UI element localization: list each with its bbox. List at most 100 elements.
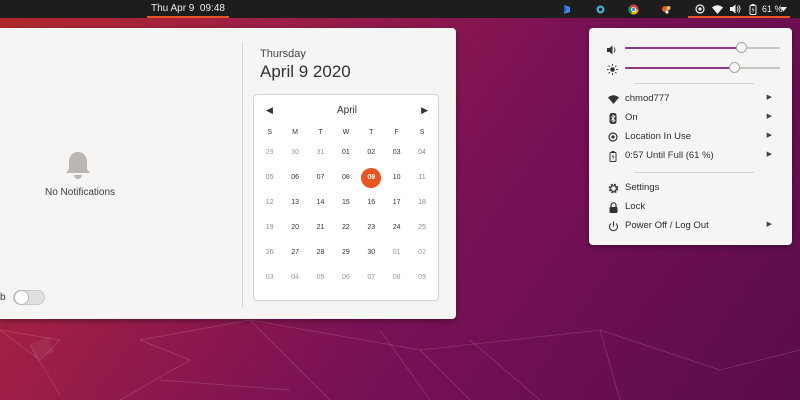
calendar-day[interactable]: 06 [333, 265, 358, 290]
day-label: 21 [316, 224, 325, 231]
calendar-day[interactable]: 05 [308, 265, 333, 290]
submenu-arrow-icon: ▶ [766, 151, 772, 158]
day-of-week-label: S [267, 129, 273, 136]
calendar-day[interactable]: 01 [384, 240, 409, 265]
volume-indicator-icon [728, 2, 742, 16]
battery-charging-icon [607, 150, 619, 162]
volume-slider[interactable] [625, 42, 780, 53]
calendar-day[interactable]: 08 [384, 265, 409, 290]
day-label: 08 [341, 174, 350, 181]
calendar-day[interactable]: 04 [409, 140, 434, 165]
date-menu-popover: No Notifications b Thursday April 9 2020… [0, 28, 456, 319]
calendar-day[interactable]: 15 [333, 190, 358, 215]
calendar-day[interactable]: 30 [359, 240, 384, 265]
location-icon [607, 131, 619, 143]
settings-menu-item[interactable]: Settings [589, 179, 792, 197]
day-of-week-header: SMTWTFS [257, 125, 437, 140]
calendar-day[interactable]: 31 [308, 140, 333, 165]
calendar-day[interactable]: 02 [359, 140, 384, 165]
calendar-day[interactable]: 19 [257, 215, 282, 240]
calendar-day[interactable]: 09 [409, 265, 434, 290]
calendar-day[interactable]: 12 [257, 190, 282, 215]
battery-menu-item[interactable]: 0:57 Until Full (61 %) ▶ [589, 147, 792, 165]
calendar-day[interactable]: 09 [359, 165, 384, 190]
calendar-day[interactable]: 02 [409, 240, 434, 265]
day-label: 19 [265, 224, 274, 231]
calendar-day[interactable]: 14 [308, 190, 333, 215]
day-label: 29 [265, 149, 274, 156]
calendar-day[interactable]: 24 [384, 215, 409, 240]
top-panel: Thu Apr 9 09:48 61 % [0, 0, 800, 18]
day-label: 15 [341, 199, 350, 206]
calendar-day[interactable]: 11 [409, 165, 434, 190]
calendar-day[interactable]: 29 [333, 240, 358, 265]
lock-icon [607, 201, 619, 213]
calendar-day[interactable]: 29 [257, 140, 282, 165]
calendar-day[interactable]: 23 [359, 215, 384, 240]
day-label: 16 [367, 199, 376, 206]
day-label: 23 [367, 224, 376, 231]
battery-menu-label: 0:57 Until Full (61 %) [625, 150, 714, 161]
calendar-day[interactable]: 06 [282, 165, 307, 190]
calendar-day[interactable]: 04 [282, 265, 307, 290]
day-label: 30 [367, 249, 376, 256]
brightness-slider-handle[interactable] [728, 62, 740, 73]
bluetooth-menu-item[interactable]: On ▶ [589, 109, 792, 127]
day-label: 06 [341, 274, 350, 281]
calendar-day[interactable]: 16 [359, 190, 384, 215]
dropbox-icon[interactable] [560, 2, 574, 16]
calendar-day[interactable]: 26 [257, 240, 282, 265]
day-label: 01 [341, 149, 350, 156]
toggle-knob [14, 290, 29, 305]
day-label: 02 [418, 249, 426, 256]
calendar-day[interactable]: 18 [409, 190, 434, 215]
day-label: 10 [392, 174, 401, 181]
clock-active-indicator [147, 16, 229, 18]
calendar-day[interactable]: 05 [257, 165, 282, 190]
location-menu-item[interactable]: Location In Use ▶ [589, 128, 792, 146]
puzzle-icon[interactable] [593, 2, 607, 16]
no-notifications-label: No Notifications [44, 187, 116, 198]
calendar-day[interactable]: 22 [333, 215, 358, 240]
day-label: 08 [392, 274, 401, 281]
lock-menu-item[interactable]: Lock [589, 198, 792, 216]
calendar-day[interactable]: 03 [257, 265, 282, 290]
full-date-label[interactable]: April 9 2020 [260, 62, 351, 82]
calendar-day[interactable]: 28 [308, 240, 333, 265]
day-label: 03 [265, 274, 274, 281]
calendar-day[interactable]: 10 [384, 165, 409, 190]
app-indicator-icon[interactable] [659, 2, 673, 16]
calendar-day[interactable]: 07 [359, 265, 384, 290]
lock-menu-label: Lock [625, 201, 646, 212]
calendar-day[interactable]: 08 [333, 165, 358, 190]
brightness-slider[interactable] [625, 62, 780, 73]
calendar-day[interactable]: 07 [308, 165, 333, 190]
calendar-day[interactable]: 20 [282, 215, 307, 240]
power-menu-item[interactable]: Power Off / Log Out ▶ [589, 217, 792, 235]
day-label: 05 [265, 174, 274, 181]
settings-menu-label: Settings [625, 182, 660, 193]
chrome-icon[interactable] [626, 2, 640, 16]
do-not-disturb-toggle[interactable] [13, 290, 45, 305]
calendar-day[interactable]: 27 [282, 240, 307, 265]
day-label: 05 [316, 274, 325, 281]
calendar-day[interactable]: 25 [409, 215, 434, 240]
day-label: 14 [316, 199, 325, 206]
wifi-menu-item[interactable]: chmod777 ▶ [589, 90, 792, 108]
submenu-arrow-icon: ▶ [766, 221, 772, 228]
calendar-day[interactable]: 13 [282, 190, 307, 215]
day-label: 30 [291, 149, 299, 156]
day-label: 22 [341, 224, 350, 231]
calendar-day[interactable]: 03 [384, 140, 409, 165]
clock-button[interactable]: Thu Apr 9 09:48 [145, 0, 231, 18]
calendar-day[interactable]: 21 [308, 215, 333, 240]
submenu-arrow-icon: ▶ [766, 113, 772, 120]
volume-slider-handle[interactable] [736, 42, 748, 53]
calendar-day[interactable]: 01 [333, 140, 358, 165]
calendar-day[interactable]: 30 [282, 140, 307, 165]
next-month-button[interactable]: ▶ [421, 105, 428, 116]
calendar-day[interactable]: 17 [384, 190, 409, 215]
day-label: 24 [392, 224, 401, 231]
today-day-label: 09 [361, 168, 382, 188]
day-label: 06 [291, 174, 299, 181]
